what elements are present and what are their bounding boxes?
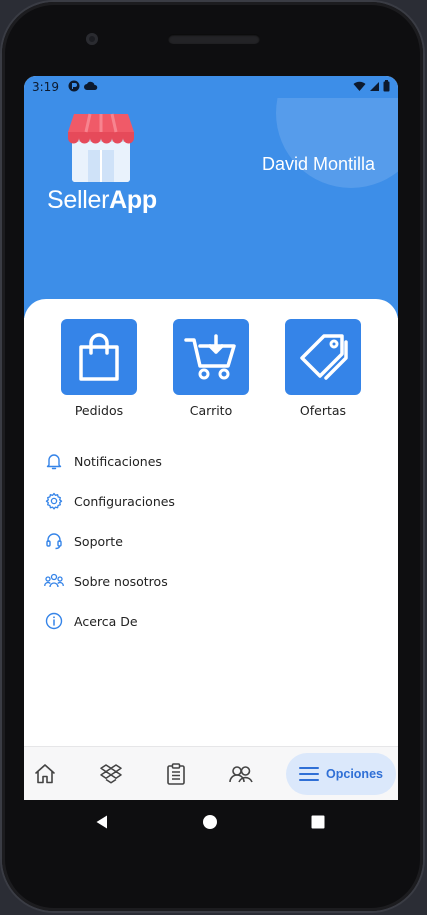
orders-label: Pedidos (74, 403, 124, 418)
menu-item-about-us[interactable]: Sobre nosotros (44, 561, 374, 601)
back-icon[interactable] (94, 814, 110, 830)
cloud-icon (84, 81, 98, 90)
tags-icon (300, 334, 348, 380)
signal-icon (370, 81, 379, 91)
menu-item-notifications[interactable]: Notificaciones (44, 441, 374, 481)
status-time: 3:19 (32, 80, 59, 94)
store-logo-icon (68, 113, 134, 182)
offers-label: Ofertas (299, 403, 347, 418)
options-menu: Notificaciones Configuraciones Soporte S… (44, 441, 374, 641)
orders-tile[interactable] (61, 319, 137, 395)
offers-tile[interactable] (285, 319, 361, 395)
offers-action[interactable]: Ofertas (285, 319, 361, 418)
app-screen: 3:19 SellerApp David Montilla Pedidos Ca… (24, 76, 398, 800)
status-bar: 3:19 (24, 76, 398, 98)
menu-label-about: Acerca De (74, 613, 138, 629)
cart-action[interactable]: Carrito (173, 319, 249, 418)
recents-icon[interactable] (310, 814, 326, 830)
nav-products[interactable] (98, 761, 124, 787)
dropbox-icon (100, 764, 122, 784)
app-header: SellerApp David Montilla (24, 98, 398, 318)
menu-item-about[interactable]: Acerca De (44, 601, 374, 641)
system-navigation-bar (24, 800, 398, 844)
home-button-icon[interactable] (202, 814, 218, 830)
cart-icon (184, 334, 236, 380)
cart-label: Carrito (189, 403, 233, 418)
menu-label-notifications: Notificaciones (74, 453, 162, 469)
app-notification-icon (68, 80, 80, 92)
menu-label-support: Soporte (74, 533, 123, 549)
cart-tile[interactable] (173, 319, 249, 395)
orders-action[interactable]: Pedidos (61, 319, 137, 418)
clipboard-icon (167, 763, 185, 785)
shopping-bag-icon (79, 333, 119, 381)
nav-options[interactable]: Opciones (286, 753, 396, 795)
battery-icon (383, 80, 390, 92)
menu-label-about-us: Sobre nosotros (74, 573, 168, 589)
app-logo-text: SellerApp (47, 186, 157, 215)
front-camera (86, 33, 98, 45)
earpiece-speaker (168, 34, 260, 44)
user-name: David Montilla (262, 154, 376, 174)
wifi-icon (353, 81, 366, 91)
menu-label-settings: Configuraciones (74, 493, 175, 509)
nav-home[interactable] (32, 761, 58, 787)
users-icon (229, 766, 253, 783)
logo-text-regular: Seller (47, 186, 110, 214)
headset-icon (46, 533, 62, 550)
logo-text-bold: App (109, 186, 157, 214)
home-icon (35, 764, 55, 784)
nav-reports[interactable] (163, 761, 189, 787)
hamburger-icon (299, 767, 320, 781)
menu-item-support[interactable]: Soporte (44, 521, 374, 561)
menu-item-settings[interactable]: Configuraciones (44, 481, 374, 521)
nav-options-label: Opciones (326, 767, 383, 781)
bell-icon (46, 454, 62, 470)
content-card: Pedidos Carrito Ofertas Notificaciones C… (24, 299, 398, 749)
info-icon (45, 612, 63, 630)
nav-users[interactable] (228, 761, 254, 787)
gear-icon (45, 492, 63, 510)
group-icon (44, 573, 64, 588)
bottom-navigation: Opciones (24, 746, 398, 800)
